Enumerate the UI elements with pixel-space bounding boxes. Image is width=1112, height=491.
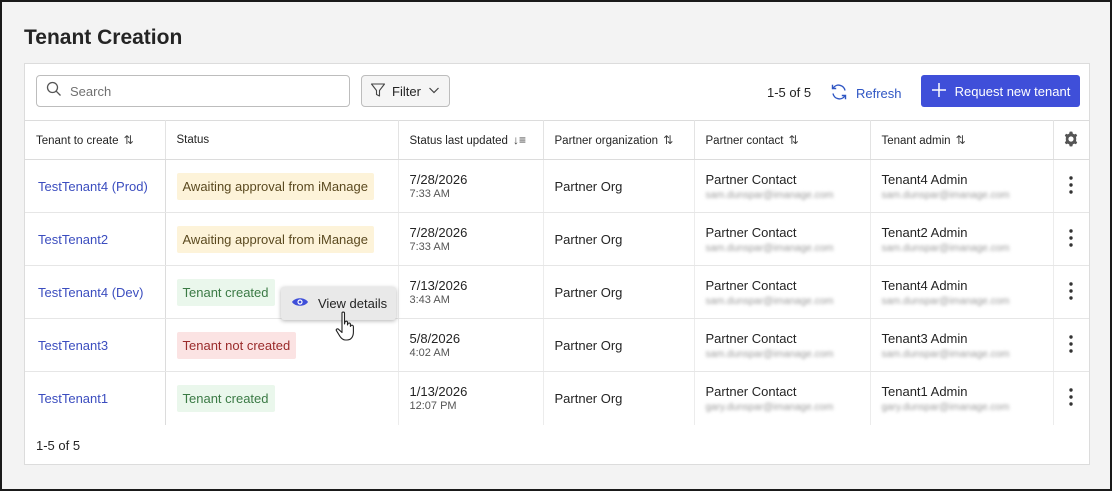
tenant-table-card: Filter 1-5 of 5 Refresh Request new tena…: [24, 63, 1090, 465]
status-date: 7/28/2026: [409, 172, 468, 187]
partner-contact-name: Partner Contact: [705, 383, 797, 399]
partner-org: Partner Org: [554, 390, 623, 406]
tenant-admin-email: sam.dunspar@imanage.com: [881, 189, 1010, 201]
partner-contact-email: sam.dunspar@imanage.com: [705, 348, 834, 360]
row-actions-button[interactable]: [1053, 212, 1089, 266]
partner-org: Partner Org: [554, 231, 623, 247]
partner-contact-email: gary.dunspar@imanage.com: [705, 401, 834, 413]
more-vertical-icon: [1069, 281, 1073, 303]
partner-contact-name: Partner Contact: [705, 171, 797, 187]
sort-icon: ⇅: [788, 133, 799, 147]
filter-icon: [370, 82, 386, 101]
row-actions-button[interactable]: [1053, 265, 1089, 319]
status-date: 5/8/2026: [409, 331, 461, 346]
window-frame: Tenant Creation Filter 1-5 of 5: [0, 0, 1112, 491]
search-input[interactable]: [70, 83, 330, 99]
sort-icon: ⇅: [123, 133, 134, 147]
table-row[interactable]: TestTenant2 Awaiting approval from iMana…: [25, 212, 1089, 266]
status-date: 7/28/2026: [409, 225, 468, 240]
pagination-count-bottom: 1-5 of 5: [36, 438, 81, 453]
row-actions-button[interactable]: [1053, 159, 1089, 213]
status-time: 3:43 AM: [409, 294, 450, 306]
refresh-icon: [829, 82, 849, 105]
eye-icon: [291, 296, 309, 311]
column-header-admin[interactable]: Tenant admin ⇅: [870, 120, 1054, 160]
tenant-admin-name: Tenant4 Admin: [881, 277, 968, 293]
status-date: 7/13/2026: [409, 278, 468, 293]
column-settings-button[interactable]: [1053, 120, 1089, 160]
tenant-admin-email: sam.dunspar@imanage.com: [881, 295, 1010, 307]
filter-button[interactable]: Filter: [361, 75, 450, 107]
status-time: 7:33 AM: [409, 241, 450, 253]
status-time: 12:07 PM: [409, 400, 457, 413]
table-row[interactable]: TestTenant4 (Prod) Awaiting approval fro…: [25, 159, 1089, 213]
plus-icon: [931, 82, 947, 101]
tenant-admin-name: Tenant4 Admin: [881, 171, 968, 187]
partner-org: Partner Org: [554, 337, 623, 353]
more-vertical-icon: [1069, 388, 1073, 409]
tenant-admin-email: gary.dunspar@imanage.com: [881, 401, 1010, 413]
gear-icon: [1062, 131, 1080, 151]
tenant-admin-name: Tenant2 Admin: [881, 224, 968, 240]
sort-descending-icon: ↓≡: [512, 133, 526, 147]
partner-contact-email: sam.dunspar@imanage.com: [705, 295, 834, 307]
hand-pointer-cursor: [335, 311, 357, 348]
partner-org: Partner Org: [554, 284, 623, 300]
tenant-link[interactable]: TestTenant1: [36, 391, 108, 406]
chevron-down-icon: [427, 83, 441, 100]
column-header-tenant[interactable]: Tenant to create ⇅: [25, 120, 166, 160]
partner-contact-email: sam.dunspar@imanage.com: [705, 242, 834, 254]
more-vertical-icon: [1069, 228, 1073, 250]
tenant-admin-name: Tenant3 Admin: [881, 330, 968, 346]
view-details-label: View details: [318, 296, 388, 311]
partner-contact-email: sam.dunspar@imanage.com: [705, 189, 834, 201]
partner-contact-name: Partner Contact: [705, 330, 797, 346]
status-badge: Awaiting approval from iManage: [176, 225, 374, 253]
status-badge: Tenant not created: [176, 331, 297, 359]
row-actions-button[interactable]: [1053, 372, 1089, 425]
table-row[interactable]: TestTenant1 Tenant created 1/13/2026 12:0…: [25, 371, 1089, 425]
tenant-table: Tenant to create ⇅ Status Status last upd…: [25, 120, 1089, 425]
status-badge: Tenant created: [176, 384, 275, 412]
tenant-admin-name: Tenant1 Admin: [881, 383, 968, 399]
partner-contact-name: Partner Contact: [705, 224, 797, 240]
sort-icon: ⇅: [955, 133, 966, 147]
column-header-org[interactable]: Partner organization ⇅: [543, 120, 695, 160]
table-row[interactable]: TestTenant3 Tenant not created 5/8/2026 4…: [25, 318, 1089, 372]
partner-org: Partner Org: [554, 178, 623, 194]
refresh-label: Refresh: [856, 86, 902, 101]
pagination-count-top: 1-5 of 5: [767, 85, 812, 100]
row-actions-button[interactable]: [1053, 318, 1089, 372]
refresh-button[interactable]: Refresh: [829, 82, 902, 105]
table-toolbar: Filter 1-5 of 5 Refresh Request new tena…: [25, 64, 1089, 120]
status-time: 7:33 AM: [409, 188, 450, 200]
more-vertical-icon: [1069, 334, 1073, 356]
sort-icon: ⇅: [663, 133, 674, 147]
request-new-tenant-button[interactable]: Request new tenant: [921, 75, 1080, 107]
tenant-link[interactable]: TestTenant2: [36, 232, 108, 247]
partner-contact-name: Partner Contact: [705, 277, 797, 293]
filter-label: Filter: [392, 83, 421, 99]
status-badge: Awaiting approval from iManage: [176, 172, 374, 200]
column-header-status[interactable]: Status: [165, 120, 399, 160]
status-date: 1/13/2026: [409, 384, 468, 400]
tenant-link[interactable]: TestTenant3: [36, 338, 108, 353]
more-vertical-icon: [1069, 175, 1073, 197]
column-header-updated[interactable]: Status last updated ↓≡: [398, 120, 544, 160]
tenant-link[interactable]: TestTenant4 (Prod): [36, 179, 148, 194]
table-row[interactable]: TestTenant4 (Dev) Tenant created 7/13/20…: [25, 265, 1089, 319]
search-box[interactable]: [36, 75, 350, 107]
status-time: 4:02 AM: [409, 347, 450, 359]
column-header-contact[interactable]: Partner contact ⇅: [694, 120, 871, 160]
page-title: Tenant Creation: [24, 26, 183, 49]
table-header-row: Tenant to create ⇅ Status Status last upd…: [25, 120, 1089, 160]
tenant-link[interactable]: TestTenant4 (Dev): [36, 285, 144, 300]
request-new-tenant-label: Request new tenant: [954, 83, 1071, 99]
tenant-admin-email: sam.dunspar@imanage.com: [881, 348, 1010, 360]
status-badge: Tenant created: [176, 278, 275, 306]
search-icon: [37, 81, 62, 102]
tenant-admin-email: sam.dunspar@imanage.com: [881, 242, 1010, 254]
